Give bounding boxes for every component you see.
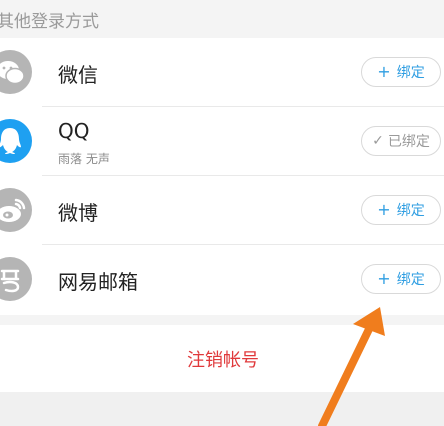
bind-netease-mail-button[interactable]: + 绑定: [361, 264, 441, 294]
section-gap: [0, 315, 444, 325]
logout-button[interactable]: 注销帐号: [0, 325, 444, 392]
wechat-icon: [0, 50, 32, 94]
other-login-header: 其他登录方式: [0, 0, 444, 38]
section-title: 其他登录方式: [0, 12, 99, 32]
account-row-wechat: 微信 + 绑定: [0, 38, 444, 107]
plus-icon: +: [377, 62, 391, 81]
account-name-qq: QQ: [58, 119, 90, 143]
check-icon: ✓: [372, 133, 384, 149]
netease-mail-icon: [0, 257, 32, 301]
weibo-icon: [0, 188, 32, 232]
account-name-netease-mail: 网易邮箱: [58, 270, 138, 294]
bind-label: 绑定: [396, 65, 425, 81]
qq-icon: [0, 119, 32, 163]
account-name-weibo: 微博: [58, 201, 98, 225]
bottom-background: [0, 392, 444, 426]
account-row-weibo: 微博 + 绑定: [0, 176, 444, 245]
bound-label: 已绑定: [387, 134, 430, 150]
plus-icon: +: [377, 269, 391, 288]
logout-label: 注销帐号: [187, 349, 259, 371]
account-name-wechat: 微信: [58, 63, 98, 87]
account-row-qq: QQ 雨落 无声 ✓ 已绑定: [0, 107, 444, 176]
bind-weibo-button[interactable]: + 绑定: [361, 195, 441, 225]
qq-bound-button[interactable]: ✓ 已绑定: [361, 126, 441, 156]
account-list: 微信 + 绑定 QQ 雨落 无声 ✓ 已绑定 微博 + 绑定 网易邮箱 + 绑定: [0, 38, 444, 315]
bind-label: 绑定: [396, 203, 425, 219]
qq-nickname: 雨落 无声: [58, 152, 110, 166]
account-row-netease-mail: 网易邮箱 + 绑定: [0, 245, 444, 314]
bind-label: 绑定: [396, 272, 425, 288]
bind-wechat-button[interactable]: + 绑定: [361, 57, 441, 87]
plus-icon: +: [377, 200, 391, 219]
